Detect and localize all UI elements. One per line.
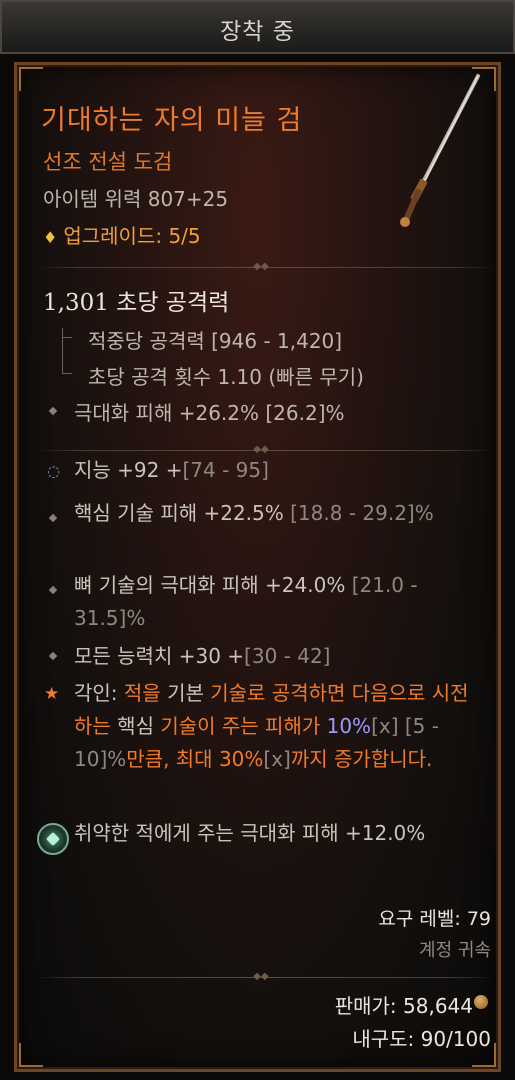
header-title: 장착 중 <box>220 19 295 45</box>
divider-ornament-icon: ◆◆ <box>253 971 269 982</box>
affix-value: 핵심 기술 피해 +22.5% <box>74 501 291 525</box>
legendary-aspect: 각인: 적을 기본 기술로 공격하면 다음으로 시전하는 핵심 기술이 주는 피… <box>74 677 484 776</box>
aspect-text: 기본 <box>160 681 211 705</box>
tree-connector <box>62 328 63 374</box>
upgrade-label: 업그레이드: 5/5 <box>63 224 201 248</box>
equipped-header: 장착 중 <box>0 0 515 54</box>
affix-bone-crit-damage: 뼈 기술의 극대화 피해 +24.0% [21.0 - 31.5]% <box>74 569 474 635</box>
item-name: 기대하는 자의 미늘 검 <box>41 105 303 136</box>
affix-value: 모든 능력치 +30 + <box>74 644 245 668</box>
greater-affix-icon: ◌ <box>47 462 61 480</box>
affix-range: [18.8 - 29.2]% <box>290 501 434 525</box>
required-level: 요구 레벨: 79 <box>378 908 491 930</box>
affix-value: 지능 +92 + <box>74 458 183 482</box>
durability: 내구도: 90/100 <box>352 1027 491 1051</box>
sell-value: 판매가: 58,644 <box>334 994 473 1018</box>
attack-speed: 초당 공격 횟수 1.10 (빠른 무기) <box>88 365 364 389</box>
legendary-aspect-star-icon: ★ <box>44 684 60 704</box>
aspect-text: 까지 증가합니다. <box>290 747 433 771</box>
socket-bonus: 취약한 적에게 주는 극대화 피해 +12.0% <box>74 821 426 845</box>
frame-corner-ornament <box>19 67 43 91</box>
aspect-scaling: [x] <box>371 714 399 738</box>
affix-value: 뼈 기술의 극대화 피해 +24.0% <box>74 573 352 597</box>
upgrade-status: ♦ 업그레이드: 5/5 <box>43 220 201 249</box>
aspect-scaling: [x] <box>263 747 291 771</box>
affix-all-stats: 모든 능력치 +30 +[30 - 42] <box>74 640 330 673</box>
divider-ornament-icon: ◆◆ <box>253 444 269 455</box>
aspect-label: 각인: <box>74 681 124 705</box>
gold-coin-icon <box>474 995 488 1009</box>
item-type: 선조 전설 도검 <box>43 150 173 174</box>
aspect-text: 만큼, 최대 30% <box>126 747 264 771</box>
divider-ornament-icon: ◆◆ <box>253 261 269 272</box>
account-bound: 계정 귀속 <box>419 940 491 961</box>
sword-icon <box>400 74 480 227</box>
critical-damage-implicit: 극대화 피해 +26.2% [26.2]% <box>74 401 345 425</box>
aspect-text: 적을 <box>123 681 161 705</box>
aspect-text: 핵심 <box>110 714 161 738</box>
item-power: 아이템 위력 807+25 <box>43 187 229 211</box>
affix-range: [30 - 42] <box>244 644 331 668</box>
aspect-value: 10% <box>320 714 372 738</box>
affix-core-skill-damage: 핵심 기술 피해 +22.5% [18.8 - 29.2]% <box>74 497 474 530</box>
damage-per-second: 1,301 초당 공격력 <box>43 290 230 316</box>
affix-intelligence: 지능 +92 +[74 - 95] <box>74 454 269 487</box>
tree-branch <box>62 373 72 374</box>
frame-corner-ornament <box>19 1043 43 1067</box>
tree-branch <box>62 337 72 338</box>
gem-socket-icon <box>37 823 69 855</box>
damage-per-hit: 적중당 공격력 [946 - 1,420] <box>88 329 343 353</box>
aspect-text: 기술이 주는 피해가 <box>160 714 321 738</box>
affix-range: [74 - 95] <box>182 458 269 482</box>
upgrade-diamond-icon: ♦ <box>43 228 58 247</box>
